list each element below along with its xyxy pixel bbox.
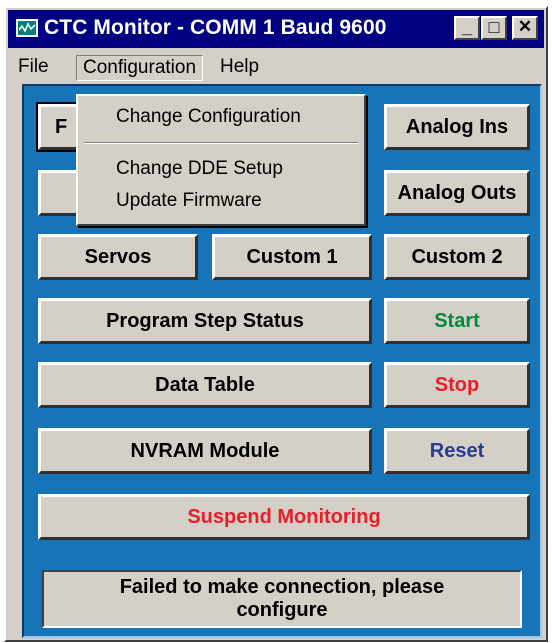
monitor-app-icon xyxy=(16,19,38,37)
status-message: Failed to make connection, please config… xyxy=(42,570,522,628)
title-bar[interactable]: CTC Monitor - COMM 1 Baud 9600 _ □ ✕ xyxy=(8,10,544,48)
suspend-monitoring-button[interactable]: Suspend Monitoring xyxy=(38,494,530,540)
custom-1-button[interactable]: Custom 1 xyxy=(212,234,372,280)
menu-file[interactable]: File xyxy=(12,55,55,81)
minimize-icon[interactable]: _ xyxy=(454,16,480,40)
data-table-button[interactable]: Data Table xyxy=(38,362,372,408)
program-step-status-button[interactable]: Program Step Status xyxy=(38,298,372,344)
nvram-module-button[interactable]: NVRAM Module xyxy=(38,428,372,474)
menu-configuration[interactable]: Configuration xyxy=(76,55,204,81)
stop-button[interactable]: Stop xyxy=(384,362,530,408)
configuration-dropdown-menu: Change Configuration Change DDE Setup Up… xyxy=(76,94,366,226)
menu-bar: File Configuration Help xyxy=(8,50,544,84)
servos-button[interactable]: Servos xyxy=(38,234,198,280)
analog-ins-button[interactable]: Analog Ins xyxy=(384,104,530,150)
app-window: CTC Monitor - COMM 1 Baud 9600 _ □ ✕ Fil… xyxy=(4,6,548,642)
reset-button[interactable]: Reset xyxy=(384,428,530,474)
close-icon[interactable]: ✕ xyxy=(512,16,538,40)
maximize-icon[interactable]: □ xyxy=(481,16,507,40)
analog-outs-button[interactable]: Analog Outs xyxy=(384,170,530,216)
menu-separator xyxy=(84,142,358,144)
window-title: CTC Monitor - COMM 1 Baud 9600 xyxy=(44,16,387,39)
custom-2-button[interactable]: Custom 2 xyxy=(384,234,530,280)
start-button[interactable]: Start xyxy=(384,298,530,344)
menu-help[interactable]: Help xyxy=(214,55,265,81)
menu-item-update-firmware[interactable]: Update Firmware xyxy=(116,190,262,212)
menu-item-change-dde-setup[interactable]: Change DDE Setup xyxy=(116,158,283,180)
menu-item-change-configuration[interactable]: Change Configuration xyxy=(116,106,301,128)
